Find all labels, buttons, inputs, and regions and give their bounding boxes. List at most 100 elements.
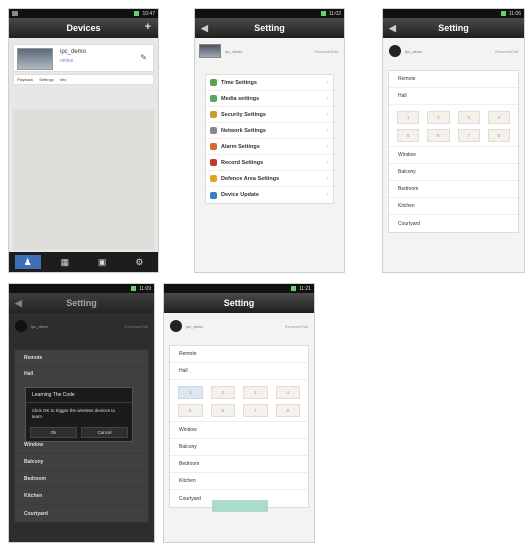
list-item[interactable]: Kitchen — [15, 488, 148, 505]
menu-item-media-settings[interactable]: Media settings › — [206, 91, 333, 107]
title-bar: ◀ Setting — [9, 293, 154, 313]
chevron-right-icon: › — [326, 192, 328, 198]
menu-item-device-update[interactable]: Device Update › — [206, 187, 333, 203]
channel-button[interactable]: 6 — [210, 404, 235, 417]
channel-grid: 1 2 3 4 5 6 7 8 — [389, 105, 518, 147]
channel-button[interactable]: 3 — [457, 111, 480, 124]
channel-button[interactable]: 2 — [210, 386, 235, 399]
device-header: ipc_demo Rename/Edit — [383, 38, 524, 64]
list-item[interactable]: Window — [389, 147, 518, 164]
grid-icon[interactable]: ▦ — [52, 255, 78, 269]
device-card[interactable]: ipc_demo online ✎ — [13, 44, 154, 72]
notification-icon — [12, 11, 18, 16]
ok-button[interactable]: Ok — [30, 427, 77, 438]
defence-area-list: Remote Hall 1 2 3 4 5 6 7 8 Window Balco… — [388, 70, 519, 233]
list-item[interactable]: Hall — [170, 363, 308, 380]
update-icon — [210, 191, 217, 199]
gear-icon[interactable]: ⚙ — [126, 255, 152, 269]
channel-button[interactable]: 7 — [457, 129, 480, 142]
rename-button[interactable]: Rename/Edit — [285, 324, 308, 329]
record-icon — [210, 159, 217, 166]
learning-code-dialog: Learning The Code Click OK to trigger th… — [25, 387, 133, 442]
device-actions: Playback Settings Info — [13, 74, 154, 85]
back-button[interactable]: ◀ — [15, 298, 25, 308]
channel-button[interactable]: 2 — [427, 111, 450, 124]
menu-item-label: Time Settings — [221, 79, 257, 86]
menu-item-label: Security Settings — [221, 111, 266, 118]
chevron-right-icon: › — [326, 175, 328, 182]
list-item[interactable]: Courtyard — [389, 215, 518, 232]
menu-item-label: Record Settings — [221, 159, 264, 166]
channel-button[interactable]: 4 — [487, 111, 510, 124]
channel-button[interactable]: 7 — [243, 404, 268, 417]
playback-button[interactable]: Playback — [17, 77, 33, 82]
status-time: 10:47 — [142, 10, 155, 17]
list-item[interactable]: Hall — [389, 88, 518, 105]
network-icon — [210, 127, 217, 134]
chevron-right-icon: › — [326, 159, 328, 166]
device-status: online — [60, 58, 74, 64]
list-item[interactable]: Balcony — [170, 439, 308, 456]
rename-button[interactable]: Rename/Edit — [495, 49, 518, 54]
list-item[interactable]: Balcony — [15, 454, 148, 471]
page-title: Setting — [254, 23, 285, 33]
title-bar: Devices + — [9, 18, 158, 38]
settings-menu: Time Settings › Media settings › Security … — [205, 74, 334, 204]
list-item[interactable]: Remote — [15, 350, 148, 367]
settings-button[interactable]: Settings — [39, 77, 53, 82]
device-name: ipc_demo — [405, 48, 423, 54]
list-item[interactable]: Kitchen — [170, 473, 308, 490]
channel-button[interactable]: 4 — [275, 386, 300, 399]
menu-item-record-settings[interactable]: Record Settings › — [206, 155, 333, 171]
dialog-message: Click OK to trigger the wireless devices… — [32, 408, 116, 419]
device-thumbnail[interactable] — [17, 48, 53, 70]
defence-icon — [210, 175, 217, 182]
rename-button[interactable]: Rename/Edit — [125, 324, 148, 329]
info-button[interactable]: Info — [60, 77, 67, 82]
channel-button[interactable]: 8 — [487, 129, 510, 142]
phone-setting-menu-screen: 11:02 ◀ Setting ipc_demo Rename/Edit Tim… — [194, 8, 345, 273]
status-time: 11:09 — [138, 285, 151, 292]
menu-item-alarm-settings[interactable]: Alarm Settings › — [206, 139, 333, 155]
dialog-title: Learning The Code — [26, 388, 132, 403]
menu-item-network-settings[interactable]: Network Settings › — [206, 123, 333, 139]
list-item[interactable]: Courtyard — [15, 505, 148, 522]
menu-item-defence-area-settings[interactable]: Defence Area Settings › — [206, 171, 333, 187]
phone-defence-area-screen: 11:06 ◀ Setting ipc_demo Rename/Edit Rem… — [382, 8, 525, 273]
channel-button[interactable]: 3 — [243, 386, 268, 399]
defence-area-list: Remote Hall 1 2 3 4 5 6 7 8 Window Balco… — [169, 345, 309, 508]
list-item[interactable]: Bedroom — [170, 456, 308, 473]
status-bar: 10:47 — [9, 9, 158, 18]
list-item[interactable]: Window — [170, 422, 308, 439]
channel-button[interactable]: 1 — [178, 386, 203, 399]
folder-icon[interactable]: ▣ — [89, 255, 115, 269]
back-button[interactable]: ◀ — [389, 23, 399, 33]
chevron-right-icon: › — [326, 111, 328, 118]
list-item[interactable]: Remote — [170, 346, 308, 363]
status-time: 11:02 — [328, 10, 341, 17]
list-item[interactable]: Bedroom — [389, 181, 518, 198]
list-item[interactable]: Kitchen — [389, 198, 518, 215]
channel-button[interactable]: 1 — [397, 111, 420, 124]
clock-icon — [210, 79, 217, 86]
menu-item-time-settings[interactable]: Time Settings › — [206, 75, 333, 91]
channel-button[interactable]: 8 — [275, 404, 300, 417]
signal-icon — [500, 11, 506, 16]
user-icon[interactable]: ♟ — [14, 255, 41, 269]
cancel-button[interactable]: Cancel — [81, 427, 128, 438]
list-item[interactable]: Balcony — [389, 164, 518, 181]
add-device-button[interactable]: + — [145, 21, 151, 33]
device-header: ipc_demo Rename/Edit — [164, 313, 314, 339]
back-button[interactable]: ◀ — [201, 23, 211, 33]
list-item[interactable]: Bedroom — [15, 471, 148, 488]
channel-button[interactable]: 5 — [397, 129, 420, 142]
rename-button[interactable]: Rename/Edit — [315, 49, 338, 54]
list-item[interactable]: Remote — [389, 71, 518, 88]
device-list-area — [13, 109, 154, 250]
channel-button[interactable]: 6 — [427, 129, 450, 142]
menu-item-security-settings[interactable]: Security Settings › — [206, 107, 333, 123]
device-header: ipc_demo Rename/Edit — [9, 313, 154, 339]
channel-button[interactable]: 5 — [178, 404, 203, 417]
bottom-tab-bar: ♟ ▦ ▣ ⚙ — [9, 252, 158, 272]
edit-icon[interactable]: ✎ — [140, 53, 147, 62]
